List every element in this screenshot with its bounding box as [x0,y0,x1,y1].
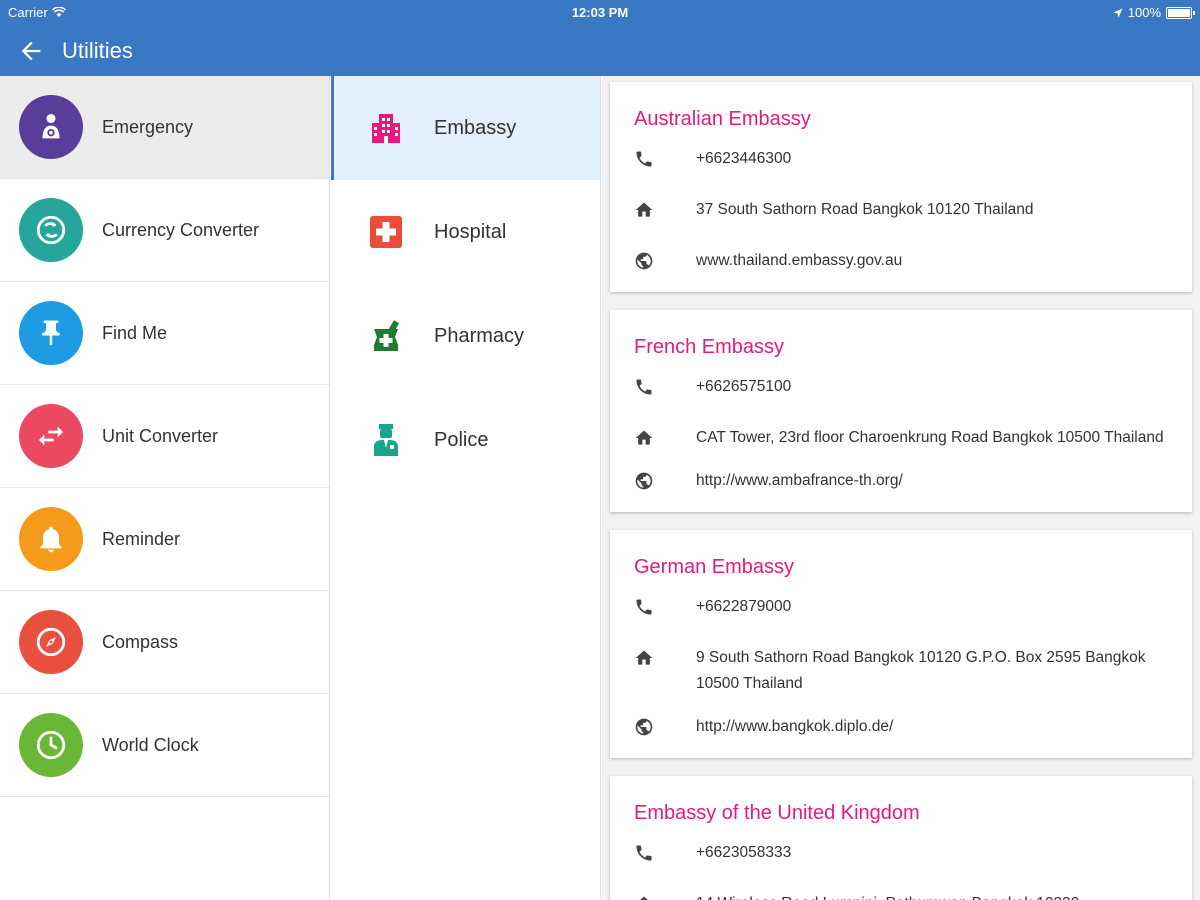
category-label: Embassy [434,116,517,139]
home-icon [634,894,670,900]
globe-icon [634,251,670,271]
phone-row[interactable]: +6623446300 [634,141,1168,180]
website-row[interactable]: http://www.bangkok.diplo.de/ [634,705,1168,748]
pin-icon [19,301,83,365]
embassy-card: Embassy of the United Kingdom +662305833… [610,776,1192,900]
embassy-phone: +6622879000 [696,598,792,615]
embassy-address: 37 South Sathorn Road Bangkok 10120 Thai… [696,201,1034,218]
phone-row[interactable]: +6623058333 [634,835,1168,874]
utility-label: Compass [102,631,179,652]
website-row[interactable]: www.thailand.embassy.gov.au [634,231,1168,282]
battery-icon [1166,6,1195,19]
embassy-phone: +6623446300 [696,150,792,167]
utility-label: Find Me [102,322,168,343]
category-item-police[interactable]: Police [331,388,600,492]
phone-icon [634,377,670,397]
status-bar: Carrier 12:03 PM 100% [0,0,1200,26]
category-item-embassy[interactable]: Embassy [331,76,600,180]
hospital-cross-icon [368,214,404,250]
app-bar: Utilities [0,26,1200,76]
category-label: Police [434,428,489,451]
address-row: CAT Tower, 23rd floor Charoenkrung Road … [634,408,1168,459]
embassy-address: CAT Tower, 23rd floor Charoenkrung Road … [696,429,1164,446]
embassy-name: French Embassy [634,336,785,358]
embassy-name: Australian Embassy [634,108,811,130]
embassy-website: http://www.bangkok.diplo.de/ [696,718,894,735]
embassy-address: 9 South Sathorn Road Bangkok 10120 G.P.O… [696,649,1146,692]
category-label: Hospital [434,220,507,243]
location-arrow-icon [1113,8,1123,17]
utility-label: Currency Converter [102,219,260,240]
globe-icon [634,471,670,491]
address-row: 14 Wireless Road Lumpini, Pathumwan Bang… [634,874,1168,900]
swap-arrows-icon [19,404,83,468]
arrow-back-icon [21,41,41,61]
emergency-icon [19,95,83,159]
clock-time: 12:03 PM [571,5,629,20]
utility-item-unit-converter[interactable]: Unit Converter [0,385,329,488]
utility-item-compass[interactable]: Compass [0,591,329,694]
utility-label: Emergency [102,116,194,137]
category-label: Pharmacy [434,324,525,347]
category-list: Embassy Hospital Pharmacy Police [331,76,601,900]
utility-item-reminder[interactable]: Reminder [0,488,329,591]
address-row: 9 South Sathorn Road Bangkok 10120 G.P.O… [634,628,1168,705]
battery-indicator: 100% [1113,5,1195,20]
utility-item-emergency[interactable]: Emergency [0,76,329,179]
back-button[interactable] [0,26,62,76]
battery-percent: 100% [1127,5,1161,20]
phone-row[interactable]: +6626575100 [634,369,1168,408]
home-icon [634,428,670,448]
bell-icon [19,507,83,571]
page-title: Utilities [62,38,133,63]
utility-item-currency-converter[interactable]: Currency Converter [0,179,329,282]
embassy-phone: +6623058333 [696,844,792,861]
embassy-name: German Embassy [634,556,795,578]
embassy-card: German Embassy +6622879000 9 South Satho… [610,530,1192,758]
website-row[interactable]: http://www.ambafrance-th.org/ [634,459,1168,502]
category-item-pharmacy[interactable]: Pharmacy [331,284,600,388]
clock-icon [19,713,83,777]
globe-icon [634,717,670,737]
currency-icon [19,198,83,262]
pharmacy-icon [368,318,404,354]
embassy-phone: +6626575100 [696,378,792,395]
utility-label: Unit Converter [102,425,219,446]
embassy-website: http://www.ambafrance-th.org/ [696,472,903,489]
phone-icon [634,843,670,863]
address-row: 37 South Sathorn Road Bangkok 10120 Thai… [634,180,1168,231]
phone-icon [634,597,670,617]
category-item-hospital[interactable]: Hospital [331,180,600,284]
home-icon [634,648,670,668]
utility-item-find-me[interactable]: Find Me [0,282,329,385]
embassy-name: Embassy of the United Kingdom [634,802,920,824]
home-icon [634,200,670,220]
embassy-list: Australian Embassy +6623446300 37 South … [602,76,1200,900]
embassy-website: www.thailand.embassy.gov.au [696,252,903,269]
utilities-list: Emergency Currency Converter Find Me Uni… [0,76,330,900]
embassy-card: Australian Embassy +6623446300 37 South … [610,82,1192,292]
embassy-address: 14 Wireless Road Lumpini, Pathumwan Bang… [670,891,1079,900]
utility-label: Reminder [102,528,181,549]
phone-row[interactable]: +6622879000 [634,589,1168,628]
embassy-card: French Embassy +6626575100 CAT Tower, 23… [610,310,1192,512]
police-icon [368,422,404,458]
utility-item-world-clock[interactable]: World Clock [0,694,329,797]
building-icon [368,110,404,146]
compass-icon [19,610,83,674]
utility-label: World Clock [102,734,199,755]
phone-icon [634,149,670,169]
